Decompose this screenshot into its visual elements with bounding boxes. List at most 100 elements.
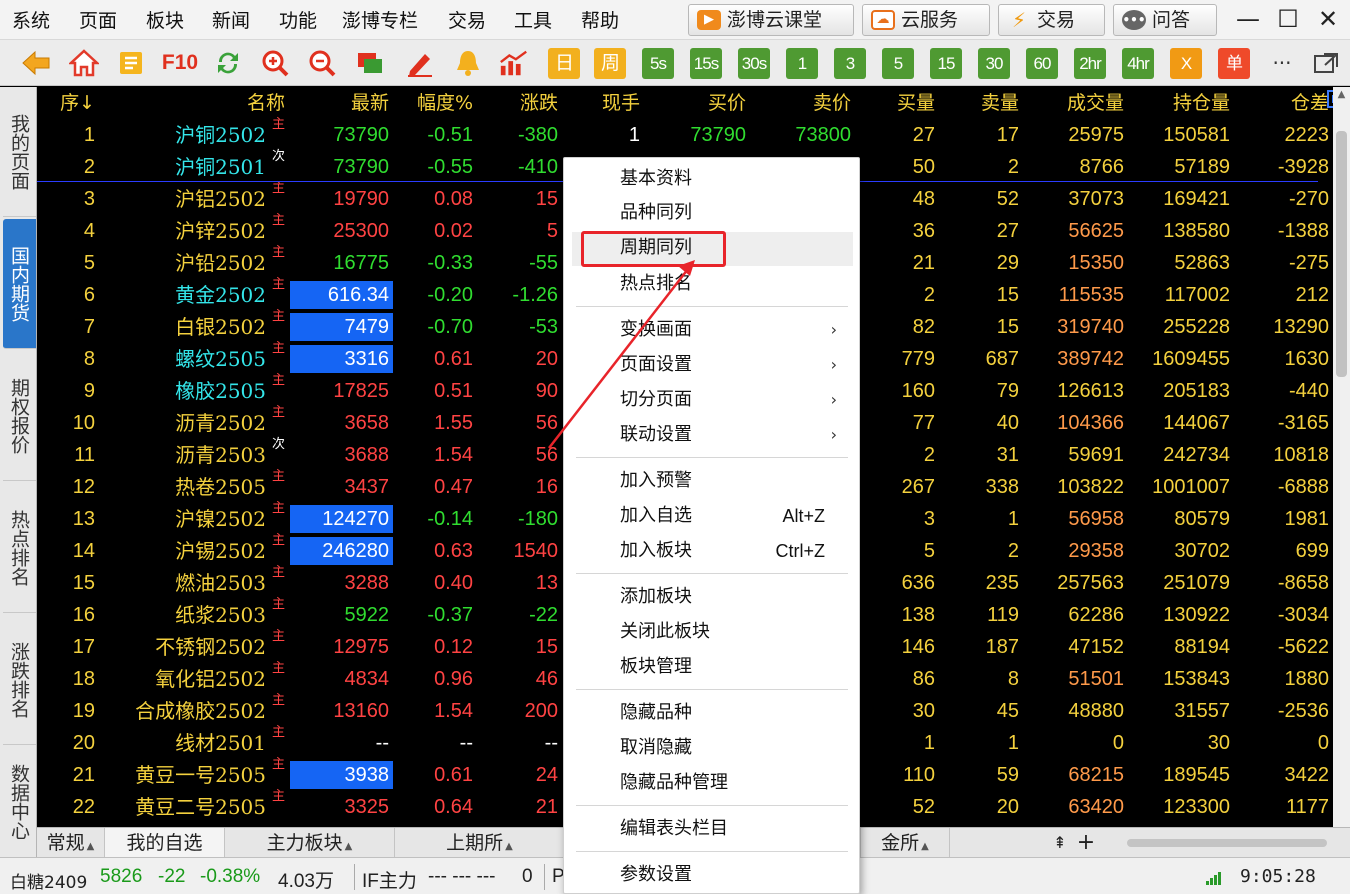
pen-icon[interactable] [404, 47, 436, 79]
header-last[interactable]: 最新 [290, 87, 389, 119]
period-30s-button[interactable]: 30s [738, 48, 770, 79]
sidebar-tab-domestic-futures[interactable]: 国内期货 [3, 219, 36, 349]
close-button[interactable]: ✕ [1310, 4, 1346, 34]
menu-item[interactable]: 隐藏品种管理 [620, 770, 728, 796]
status-if-label[interactable]: IF主力 [362, 866, 417, 893]
menu-item[interactable]: 加入预警 [620, 468, 692, 494]
menu-item[interactable]: 关闭此板块 [620, 619, 710, 645]
menu-item[interactable]: 加入自选 [620, 503, 692, 529]
menu-item[interactable]: 隐藏品种 [620, 700, 692, 726]
header-oi-diff[interactable]: 仓差 [1230, 87, 1329, 119]
menu-item[interactable]: 联动设置 [620, 422, 692, 448]
menu-page[interactable]: 页面 [79, 6, 117, 33]
menu-help[interactable]: 帮助 [581, 6, 619, 33]
period-week-button[interactable]: 周 [594, 48, 626, 79]
header-vol[interactable]: 现手 [558, 87, 640, 119]
cell-turnover: 47152 [1068, 636, 1124, 658]
header-pct[interactable]: 幅度% [393, 87, 473, 119]
sidebar-tab-hot-ranking[interactable]: 热点排名 [3, 483, 36, 613]
period-15s-button[interactable]: 15s [690, 48, 722, 79]
minimize-button[interactable]: — [1230, 4, 1266, 34]
header-bid[interactable]: 买价 [640, 87, 746, 119]
classroom-button[interactable]: ▶ 澎博云课堂 [688, 4, 854, 36]
header-turnover[interactable]: 成交量 [1019, 87, 1124, 119]
zoom-in-icon[interactable] [259, 47, 291, 79]
tab-scroll-up-icon[interactable]: ⇞ [1047, 828, 1073, 858]
menu-sector[interactable]: 板块 [146, 6, 184, 33]
tab-my-watchlist[interactable]: 我的自选 [105, 828, 225, 858]
window-icon[interactable] [354, 47, 386, 79]
menu-item[interactable]: 变换画面 [620, 317, 692, 343]
order-button[interactable]: 单 [1218, 48, 1250, 79]
scrollbar-thumb[interactable] [1336, 131, 1347, 377]
header-ask-qty[interactable]: 卖量 [935, 87, 1019, 119]
menu-function[interactable]: 功能 [279, 6, 317, 33]
cell-chg: 5 [546, 220, 558, 242]
news-icon[interactable] [115, 47, 147, 79]
sidebar-tab-my-page[interactable]: 我的页面 [3, 87, 36, 217]
tab-shfe[interactable]: 上期所 ▲ [395, 828, 565, 858]
more-icon[interactable]: ··· [1266, 47, 1298, 79]
menu-item[interactable]: 添加板块 [620, 584, 692, 610]
cell-open-interest: 1609455 [1152, 348, 1230, 370]
sidebar-tab-options[interactable]: 期权报价 [3, 351, 36, 481]
menu-tools[interactable]: 工具 [514, 6, 552, 33]
refresh-icon[interactable] [212, 47, 244, 79]
period-30min-button[interactable]: 30 [978, 48, 1010, 79]
period-4hr-button[interactable]: 4hr [1122, 48, 1154, 79]
cell-ask-qty: 52 [996, 188, 1019, 210]
menu-item[interactable]: 品种同列 [620, 200, 692, 226]
menu-item[interactable]: 板块管理 [620, 654, 692, 680]
vertical-scrollbar[interactable]: ▲ [1333, 87, 1350, 827]
menu-item[interactable]: 参数设置 [620, 862, 692, 888]
menu-item[interactable]: 切分页面 [620, 387, 692, 413]
back-arrow-icon[interactable] [20, 47, 52, 79]
tab-general[interactable]: 常规 ▲ [37, 828, 105, 858]
menu-item[interactable]: 加入板块 [620, 538, 692, 564]
menu-trade[interactable]: 交易 [448, 6, 486, 33]
home-icon[interactable] [68, 47, 100, 79]
period-5s-button[interactable]: 5s [642, 48, 674, 79]
menu-item[interactable]: 编辑表头栏目 [620, 816, 728, 842]
period-x-button[interactable]: X [1170, 48, 1202, 79]
header-seq[interactable]: 序↓ [37, 87, 95, 119]
sidebar-tab-data-center[interactable]: 数据中心 [3, 747, 36, 857]
popout-window-icon[interactable] [1310, 47, 1342, 79]
header-bid-qty[interactable]: 买量 [851, 87, 935, 119]
header-ask[interactable]: 卖价 [746, 87, 851, 119]
sidebar-tab-change-ranking[interactable]: 涨跌排名 [3, 615, 36, 745]
f10-icon[interactable]: F10 [160, 47, 200, 79]
menu-item[interactable]: 取消隐藏 [620, 735, 692, 761]
header-open-interest[interactable]: 持仓量 [1124, 87, 1230, 119]
tab-gold-exchange[interactable]: 金所 ▲ [860, 828, 950, 858]
period-5min-button[interactable]: 5 [882, 48, 914, 79]
menu-system[interactable]: 系统 [12, 6, 50, 33]
maximize-button[interactable]: ☐ [1270, 4, 1306, 34]
trend-icon[interactable] [498, 47, 530, 79]
scroll-up-icon[interactable]: ▲ [1333, 89, 1350, 100]
menu-item[interactable]: 页面设置 [620, 352, 692, 378]
period-day-button[interactable]: 日 [548, 48, 580, 79]
tab-main-sector[interactable]: 主力板块 ▲ [225, 828, 395, 858]
add-tab-button[interactable]: + [1073, 828, 1099, 858]
status-symbol[interactable]: 白糖2409 [10, 868, 87, 893]
trade-button[interactable]: ⚡ 交易 [998, 4, 1105, 36]
period-60min-button[interactable]: 60 [1026, 48, 1058, 79]
menu-item[interactable]: 热点排名 [620, 271, 692, 297]
period-15min-button[interactable]: 15 [930, 48, 962, 79]
menu-news[interactable]: 新闻 [212, 6, 250, 33]
menu-item[interactable]: 基本资料 [620, 166, 692, 192]
header-name[interactable]: 名称 [95, 87, 285, 119]
period-1min-button[interactable]: 1 [786, 48, 818, 79]
classroom-icon: ▶ [697, 10, 721, 30]
horizontal-scrollbar[interactable] [1127, 839, 1327, 847]
menu-column[interactable]: 澎博专栏 [342, 6, 418, 33]
cloud-service-button[interactable]: ☁ 云服务 [862, 4, 990, 36]
period-3min-button[interactable]: 3 [834, 48, 866, 79]
qa-button[interactable]: ••• 问答 [1113, 4, 1217, 36]
alarm-bell-icon[interactable] [452, 47, 484, 79]
period-2hr-button[interactable]: 2hr [1074, 48, 1106, 79]
zoom-out-icon[interactable] [306, 47, 338, 79]
header-chg[interactable]: 涨跌 [473, 87, 558, 119]
table-row[interactable]: 1 沪铜2502 73790 -0.51 -380 1 73790 73800 27 17 2597… [37, 117, 1333, 151]
